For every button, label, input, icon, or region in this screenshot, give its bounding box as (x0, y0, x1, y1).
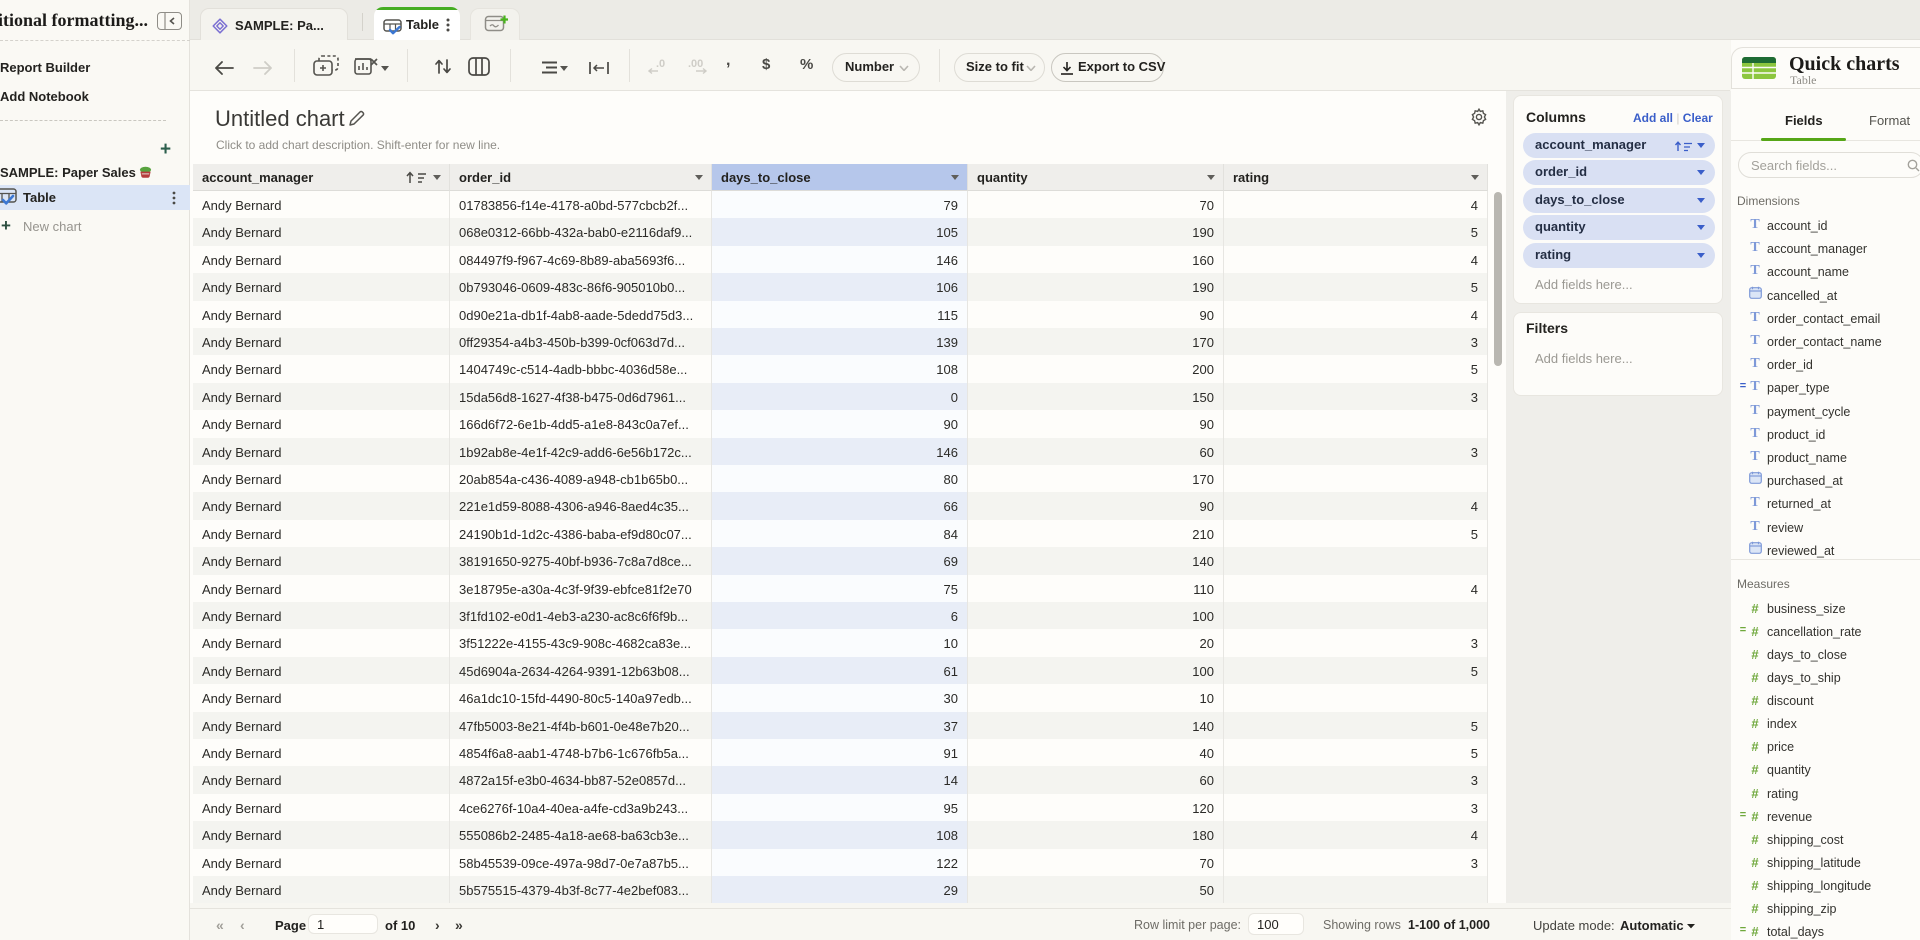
svg-text:.00: .00 (688, 58, 703, 70)
svg-text:.0: .0 (656, 58, 665, 70)
